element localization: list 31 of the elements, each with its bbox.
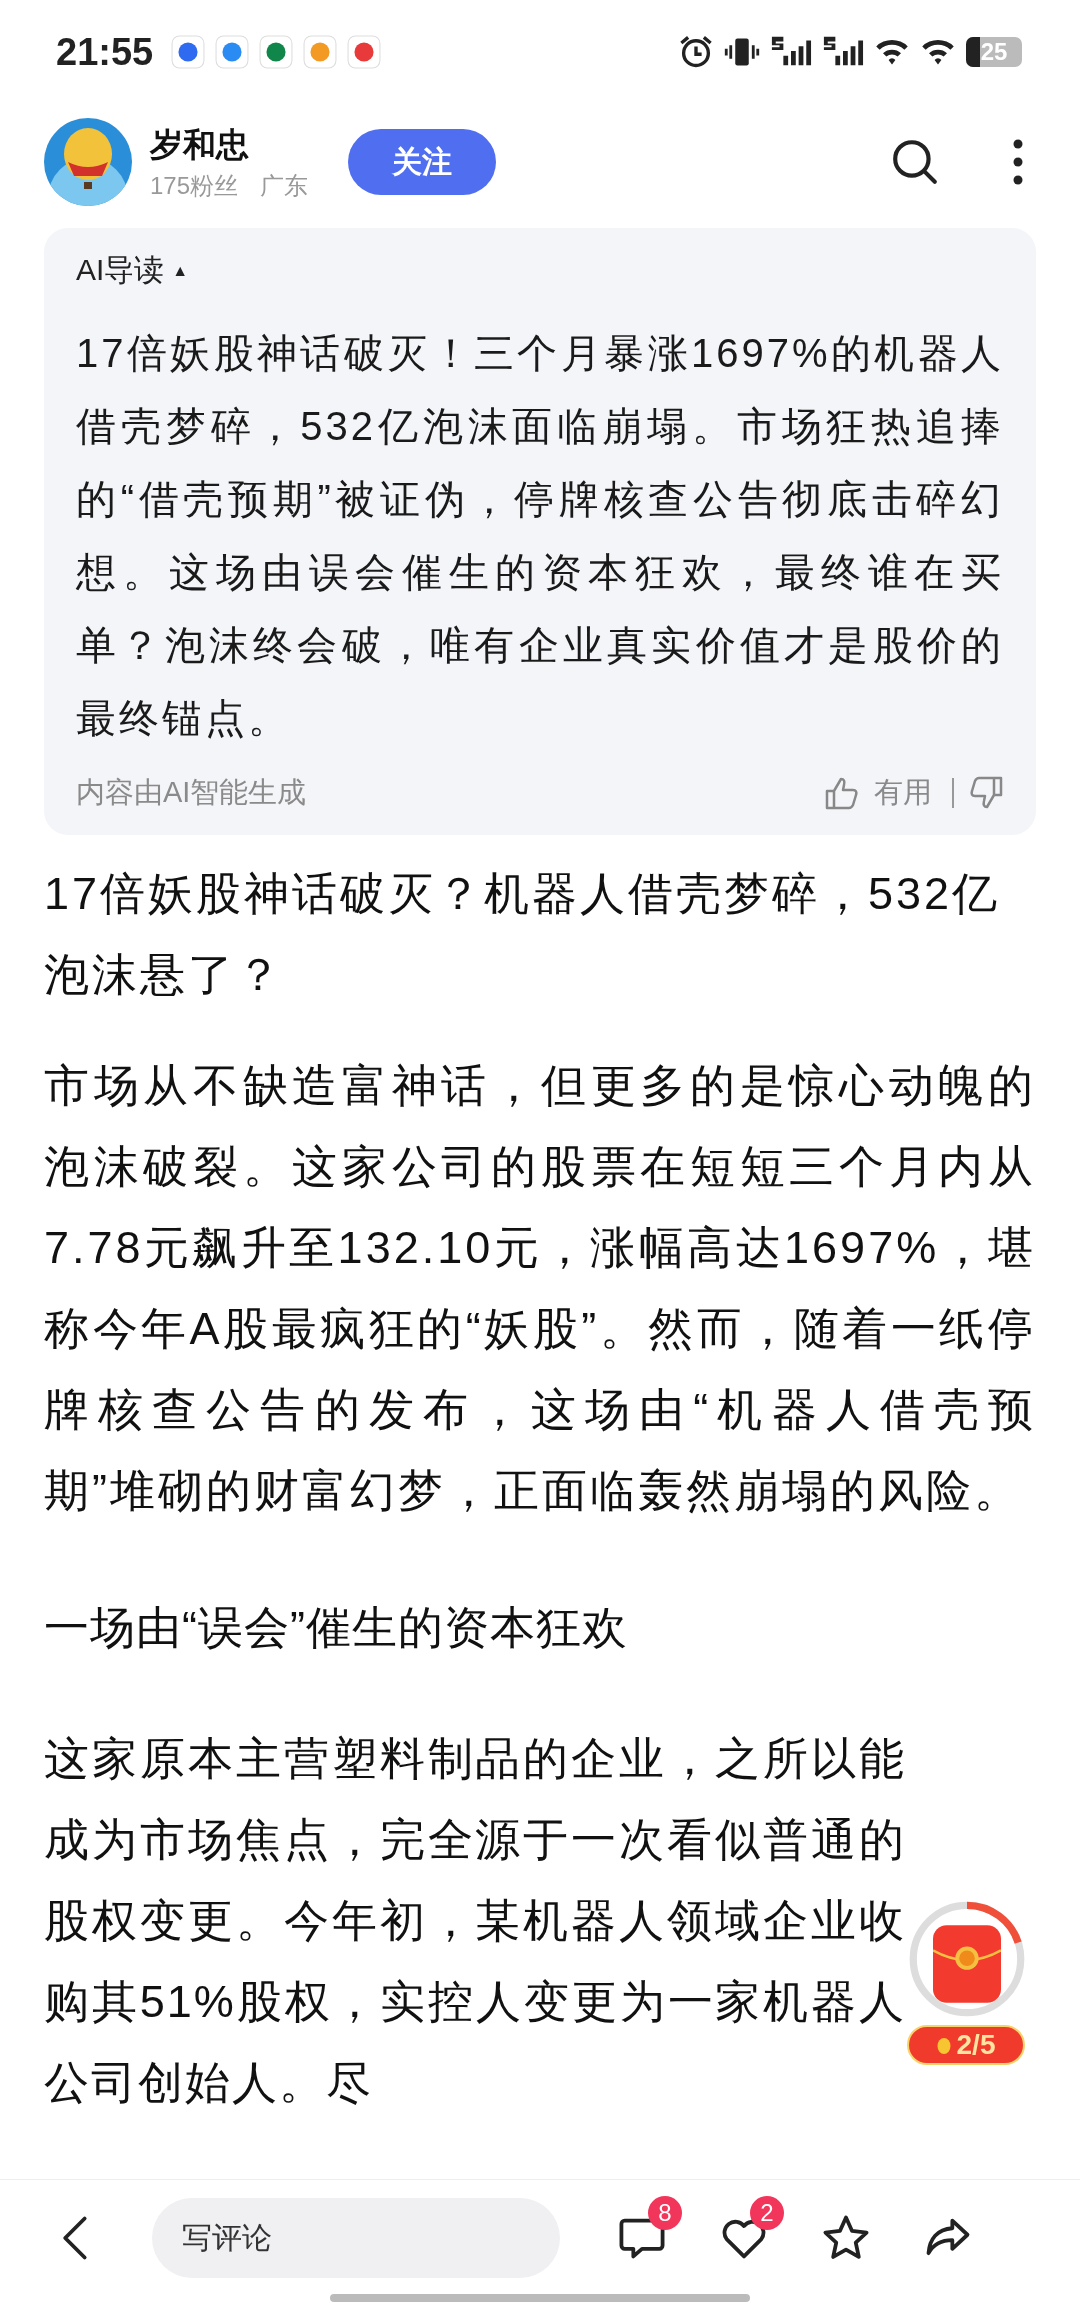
article-title: 17倍妖股神话破灭？机器人借壳梦碎，532亿泡沫悬了？ [44,867,1002,1002]
article-paragraph: 市场从不缺造富神话，但更多的是惊心动魄的泡沫破裂。这家公司的股票在短短三个月内从7.78元飙升至132.10元，涨幅高达1697%，堪称今年A股最疯狂的“妖股”。然而，随着一纸停牌核查公告的发布，这场由“机器人借壳预期”堆砌的财富幻梦，正面临轰然崩塌的风险。 [44,1059,1036,1518]
egg-icon [936,2036,951,2054]
author-location: 广东 [260,170,309,201]
signal-icon [770,36,812,68]
thumbs-down-icon[interactable] [968,775,1004,811]
ai-summary-title: AI导读 [76,252,165,288]
status-time: 21:55 [56,30,154,74]
envelope-icon[interactable] [933,1925,1001,2003]
battery-icon: 25 [966,37,1022,67]
notification-icon [171,35,206,69]
alarm-icon [678,34,714,70]
article-paragraph: 这家原本主营塑料制品的企业，之所以能成为市场焦点，完全源于一次看似普通的股权变更。今年初，某机器人领域企业收购其51%股权，实控人变更为一家机器人公司创始人。尽 [44,1732,906,2110]
notification-icon [347,35,382,69]
follower-count: 175粉丝 [150,170,239,201]
like-count-badge: 2 [750,2196,784,2230]
notification-icon [215,35,250,69]
follow-button[interactable]: 关注 [348,129,497,195]
notification-icon [259,35,294,69]
collapse-toggle[interactable]: ▲ [172,261,189,280]
signal-icon [822,36,864,68]
ai-summary-text: 17倍妖股神话破灭！三个月暴涨1697%的机器人借壳梦碎，532亿泡沫面临崩塌。市场狂热追捧的“借壳预期”被证伪，停牌核查公告彻底击碎幻想。这场由误会催生的资本狂欢，最终谁在买单？泡沫终会破，唯有企业真实价值才是股价的最终锚点。 [76,330,1004,742]
author-name[interactable]: 岁和忠 [150,122,309,168]
comment-count-badge: 8 [648,2196,682,2230]
more-icon[interactable] [1012,138,1024,186]
thumbs-up-icon[interactable] [824,775,860,811]
ai-source-note: 内容由AI智能生成 [76,775,307,810]
comment-field[interactable]: 写评论 [152,2198,560,2278]
notification-icon [303,35,338,69]
search-icon[interactable] [890,137,940,187]
section-heading: 一场由“误会”催生的资本狂欢 [44,1601,629,1655]
